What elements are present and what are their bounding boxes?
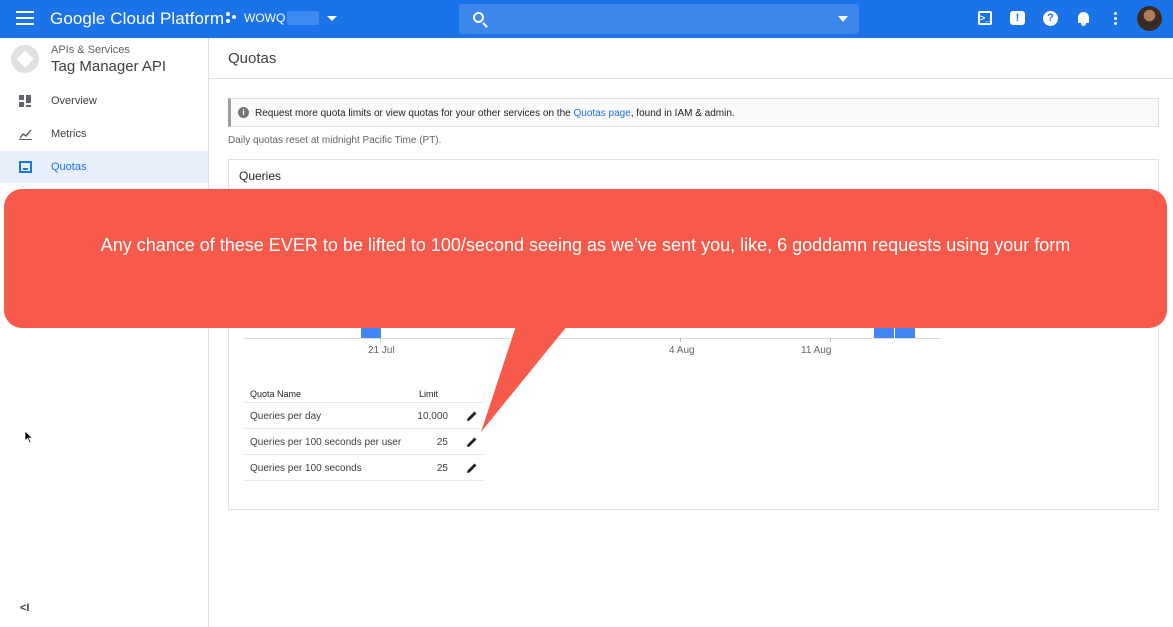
page-title: Quotas — [228, 50, 277, 67]
chart-bar — [895, 328, 915, 338]
mouse-cursor-icon — [24, 430, 34, 444]
edit-icon[interactable] — [466, 462, 478, 474]
annotation-callout: Any chance of these EVER to be lifted to… — [4, 189, 1167, 328]
sidebar-item-label: Overview — [51, 95, 97, 107]
redacted-project-id — [287, 11, 320, 25]
x-tick-label: 11 Aug — [801, 345, 832, 356]
sidebar-item-label: Quotas — [51, 161, 87, 173]
top-app-bar: Google Cloud Platform WOWQ >_ ! ? — [0, 0, 1173, 38]
quota-limit: 25 — [436, 437, 448, 448]
table-row: Queries per 100 seconds 25 — [244, 455, 484, 481]
edit-icon[interactable] — [466, 410, 478, 422]
chart-bar — [361, 328, 381, 338]
chevron-down-icon — [327, 15, 338, 21]
info-banner: i Request more quota limits or view quot… — [228, 98, 1159, 127]
quota-limit: 25 — [436, 463, 448, 474]
card-title: Queries — [239, 169, 282, 183]
quota-name: Queries per 100 seconds — [250, 463, 362, 474]
x-tick-label: 21 Jul — [368, 345, 395, 356]
divider — [209, 78, 1173, 79]
quotas-icon — [19, 161, 32, 173]
avatar[interactable] — [1137, 6, 1162, 31]
sidebar-item-label: Metrics — [51, 128, 87, 140]
project-name: WOWQ — [244, 11, 286, 25]
sidebar: APIs & Services Tag Manager API Overview… — [0, 38, 209, 627]
search-dropdown-icon[interactable] — [838, 16, 848, 22]
cloud-shell-icon[interactable]: >_ — [978, 11, 992, 25]
x-tick — [680, 338, 681, 342]
x-tick-label: 4 Aug — [669, 345, 695, 356]
info-text-after: , found in IAM & admin. — [630, 108, 735, 119]
more-vert-icon[interactable] — [1114, 12, 1118, 26]
callout-text: Any chance of these EVER to be lifted to… — [100, 235, 1071, 255]
quota-name: Queries per day — [250, 411, 322, 422]
info-banner-text: Request more quota limits or view quotas… — [255, 108, 735, 119]
api-logo-icon — [11, 45, 39, 73]
info-icon: i — [238, 107, 249, 118]
reset-note: Daily quotas reset at midnight Pacific T… — [228, 135, 442, 146]
brand-title[interactable]: Google Cloud Platform — [50, 9, 224, 29]
table-header-row: Quota Name Limit — [244, 383, 484, 403]
search-icon — [473, 12, 484, 23]
main-content: Quotas i Request more quota limits or vi… — [209, 38, 1173, 627]
x-axis — [244, 338, 941, 339]
overview-icon — [19, 95, 32, 107]
edit-icon[interactable] — [466, 436, 478, 448]
api-category: APIs & Services — [51, 44, 130, 56]
collapse-sidebar-icon[interactable]: <I — [20, 602, 29, 614]
quota-limit: 10,000 — [417, 411, 448, 422]
sidebar-item-overview[interactable]: Overview — [0, 85, 208, 117]
menu-icon[interactable] — [16, 11, 34, 27]
notifications-icon[interactable] — [1076, 11, 1092, 27]
table-row: Queries per 100 seconds per user 25 — [244, 429, 484, 455]
project-selector[interactable]: WOWQ — [226, 11, 338, 25]
table-row: Queries per day 10,000 — [244, 403, 484, 429]
sidebar-item-metrics[interactable]: Metrics — [0, 118, 208, 150]
feedback-icon[interactable]: ! — [1010, 11, 1025, 25]
info-text-before: Request more quota limits or view quotas… — [255, 108, 574, 119]
api-name: Tag Manager API — [51, 58, 167, 75]
help-icon[interactable]: ? — [1043, 11, 1058, 26]
column-header-quota-name: Quota Name — [250, 389, 302, 399]
x-tick — [830, 338, 831, 342]
x-tick — [380, 338, 381, 342]
quota-table: Quota Name Limit Queries per day 10,000 … — [244, 383, 484, 481]
sidebar-item-quotas[interactable]: Quotas — [0, 151, 208, 183]
column-header-limit: Limit — [418, 389, 438, 399]
search-input[interactable] — [459, 4, 859, 34]
quotas-page-link[interactable]: Quotas page — [573, 108, 630, 119]
chart-bar — [874, 328, 894, 338]
metrics-icon — [19, 129, 32, 140]
project-icon — [226, 12, 238, 24]
quota-name: Queries per 100 seconds per user — [250, 437, 402, 448]
